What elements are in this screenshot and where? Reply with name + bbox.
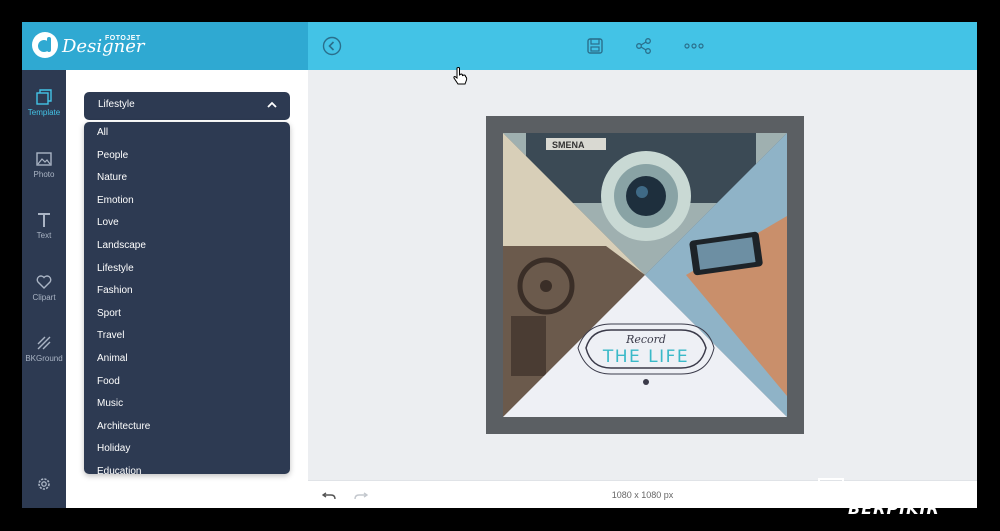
category-option[interactable]: Architecture: [84, 416, 290, 439]
category-option[interactable]: Holiday: [84, 438, 290, 461]
rail-item-photo[interactable]: Photo: [22, 150, 66, 200]
category-option[interactable]: All: [84, 122, 290, 145]
share-icon[interactable]: [632, 34, 656, 58]
settings-button[interactable]: [22, 475, 66, 495]
fotojet-logo-icon: [32, 32, 58, 58]
category-option[interactable]: Fashion: [84, 280, 290, 303]
category-option[interactable]: Travel: [84, 325, 290, 348]
photo-icon: [36, 152, 52, 166]
rail-item-template[interactable]: Template: [22, 88, 66, 138]
save-icon[interactable]: [583, 34, 607, 58]
category-options-list: All People Nature Emotion Love Landscape Lifes…: [84, 122, 290, 474]
rail-label: BKGround: [25, 354, 63, 363]
category-option[interactable]: Love: [84, 212, 290, 235]
design-canvas-area: SMENA Record THE LIFE: [308, 70, 977, 480]
rail-label: Text: [36, 231, 52, 240]
category-option[interactable]: Lifestyle: [84, 258, 290, 281]
app-window: Designer FOTOJET Template Photo Text Cli…: [22, 22, 977, 508]
category-option[interactable]: Sport: [84, 303, 290, 326]
watermark: SENI BERPIKIR: [812, 470, 977, 518]
top-toolbar: Designer FOTOJET: [22, 22, 977, 70]
back-icon[interactable]: [320, 34, 344, 58]
category-option[interactable]: Music: [84, 393, 290, 416]
watermark-text: SENI BERPIKIR: [848, 480, 940, 518]
camera-brand-text: SMENA: [552, 140, 585, 150]
badge-main-text: THE LIFE: [602, 347, 689, 367]
template-panel: Lifestyle All People Nature Emotion Love Land…: [66, 70, 308, 508]
category-option[interactable]: Emotion: [84, 190, 290, 213]
design-canvas[interactable]: SMENA Record THE LIFE: [486, 116, 804, 434]
category-option[interactable]: Nature: [84, 167, 290, 190]
category-option[interactable]: People: [84, 145, 290, 168]
text-icon: [38, 213, 50, 227]
gear-icon: [38, 478, 50, 490]
more-icon[interactable]: [682, 34, 706, 58]
left-nav-rail: Template Photo Text Clipart BKGround: [22, 70, 66, 508]
badge-record-text: Record: [625, 333, 666, 346]
category-option[interactable]: Landscape: [84, 235, 290, 258]
chevron-up-icon: [267, 101, 277, 108]
rail-label: Photo: [33, 170, 55, 179]
hand-cursor-icon: [452, 66, 468, 86]
brand-label: FOTOJET: [105, 35, 141, 42]
category-dropdown[interactable]: Lifestyle: [84, 92, 290, 120]
template-icon: [36, 89, 52, 105]
category-selected-value: Lifestyle: [98, 99, 135, 110]
computer-icon: [818, 478, 844, 502]
heart-icon: [36, 275, 52, 289]
background-icon: [37, 336, 51, 350]
category-option[interactable]: Animal: [84, 348, 290, 371]
category-option[interactable]: Food: [84, 371, 290, 394]
category-option[interactable]: Education: [84, 461, 290, 474]
collage-artwork: SMENA Record THE LIFE: [503, 133, 787, 417]
rail-item-bkground[interactable]: BKGround: [22, 334, 66, 384]
rail-item-clipart[interactable]: Clipart: [22, 273, 66, 323]
logo-area: Designer FOTOJET: [22, 22, 308, 70]
rail-item-text[interactable]: Text: [22, 211, 66, 261]
rail-label: Template: [27, 108, 61, 117]
rail-label: Clipart: [32, 293, 56, 302]
